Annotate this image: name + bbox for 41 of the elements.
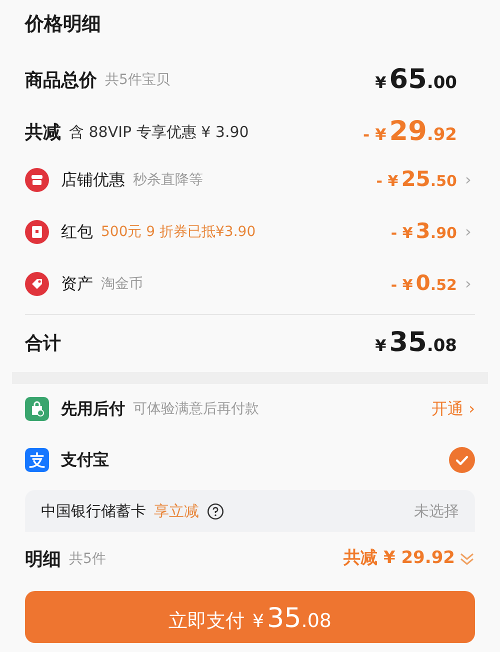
item-count: 共5件 xyxy=(69,550,106,568)
chevron-icon[interactable]: › xyxy=(465,220,475,244)
promo-text: 享立减 xyxy=(154,500,199,522)
row-label: 店铺优惠 xyxy=(61,169,125,191)
price: ¥65.00 xyxy=(375,62,457,97)
price: - ¥3.90 xyxy=(390,218,457,246)
row-label: 合计 xyxy=(25,332,61,356)
shopping-bag-icon xyxy=(25,397,49,421)
summary-label: 明细 xyxy=(25,548,61,572)
pay-button[interactable]: 立即支付 ¥35.08 xyxy=(25,591,475,643)
shop-icon xyxy=(25,168,49,192)
tag-icon xyxy=(25,272,49,296)
reduction-total: 共减 ¥ 29.92 xyxy=(344,547,455,570)
card-status: 未选择 xyxy=(414,500,459,522)
payment-note: 可体验满意后再付款 xyxy=(133,400,259,418)
price: - ¥29.92 xyxy=(362,114,457,149)
payment-name: 先用后付 xyxy=(61,398,125,420)
payment-app-icon xyxy=(25,448,49,472)
help-icon[interactable] xyxy=(207,502,224,520)
row-note: 淘金币 xyxy=(101,274,143,294)
payment-name: 支付宝 xyxy=(61,449,109,471)
envelope-icon xyxy=(25,220,49,244)
row-label: 红包 xyxy=(61,221,93,243)
checkmark-icon[interactable] xyxy=(449,447,475,473)
card-name: 中国银行储蓄卡 xyxy=(41,500,146,522)
row-label: 资产 xyxy=(61,273,93,295)
row-label: 共减 xyxy=(25,120,61,144)
price: ¥35.08 xyxy=(375,326,457,360)
chevron-icon[interactable]: › xyxy=(465,272,475,296)
row-note: 含 88VIP 专享优惠 ¥ 3.90 xyxy=(69,122,249,143)
row-label: 商品总价 xyxy=(25,68,97,92)
chevron-icon[interactable]: › xyxy=(465,168,475,192)
row-note: 500元 9 折券已抵¥3.90 xyxy=(101,222,256,242)
bank-card-option[interactable]: 中国银行储蓄卡 享立减 未选择 xyxy=(25,490,475,532)
row-note: 共5件宝贝 xyxy=(105,70,170,90)
double-chevron-icon[interactable] xyxy=(459,551,475,567)
section-title: 价格明细 xyxy=(25,12,102,37)
price: - ¥25.50 xyxy=(376,166,457,194)
enable-link[interactable]: 开通 › xyxy=(432,397,475,421)
price: - ¥0.52 xyxy=(390,270,457,298)
row-note: 秒杀直降等 xyxy=(133,170,203,190)
